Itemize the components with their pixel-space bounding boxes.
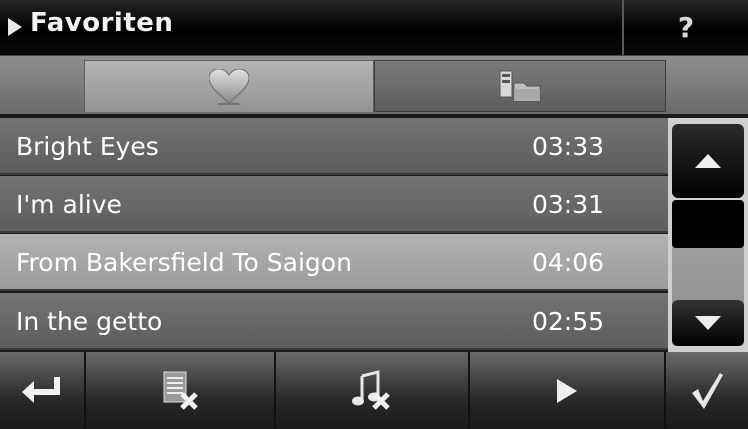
track-title: In the getto: [16, 307, 163, 336]
scrollbar[interactable]: [668, 118, 748, 352]
delete-list-button[interactable]: [86, 352, 276, 429]
play-icon: [557, 378, 577, 403]
delete-song-icon: [352, 369, 390, 410]
checkmark-icon: [692, 372, 723, 409]
folder-icon: [499, 70, 541, 102]
track-title: Bright Eyes: [16, 132, 159, 161]
list-item[interactable]: In the getto 02:55: [0, 293, 668, 350]
play-button[interactable]: [470, 352, 666, 429]
heart-icon: [209, 68, 249, 105]
confirm-button[interactable]: [666, 352, 748, 429]
track-title: From Bakersfield To Saigon: [16, 248, 352, 277]
tab-bar: [0, 56, 748, 114]
bottom-toolbar: [0, 352, 748, 429]
scroll-up-button[interactable]: [672, 124, 744, 198]
scroll-down-button[interactable]: [672, 300, 744, 346]
list-item-selected[interactable]: From Bakersfield To Saigon 04:06: [0, 234, 668, 291]
tab-favorites[interactable]: [84, 60, 374, 112]
return-arrow-icon: [22, 376, 60, 403]
track-title: I'm alive: [16, 190, 122, 219]
list-item[interactable]: I'm alive 03:31: [0, 176, 668, 233]
page-title: Favoriten: [30, 8, 174, 38]
favorites-screen: Favoriten ? Bright Eyes 03:33 I'm alive …: [0, 0, 748, 429]
delete-song-button[interactable]: [276, 352, 470, 429]
arrow-down-icon: [695, 316, 721, 330]
track-duration: 04:06: [532, 248, 605, 277]
list-item[interactable]: Bright Eyes 03:33: [0, 118, 668, 175]
help-button[interactable]: ?: [622, 0, 748, 55]
arrow-up-icon: [695, 154, 721, 168]
scroll-thumb[interactable]: [672, 200, 744, 248]
tab-folders[interactable]: [374, 60, 666, 112]
delete-list-icon: [163, 371, 198, 410]
title-arrow-icon: [8, 18, 22, 36]
track-duration: 03:31: [532, 190, 605, 219]
track-list: Bright Eyes 03:33 I'm alive 03:31 From B…: [0, 118, 668, 352]
back-button[interactable]: [0, 352, 86, 429]
track-duration: 03:33: [532, 132, 605, 161]
track-duration: 02:55: [532, 307, 605, 336]
title-bar: Favoriten ?: [0, 0, 748, 56]
